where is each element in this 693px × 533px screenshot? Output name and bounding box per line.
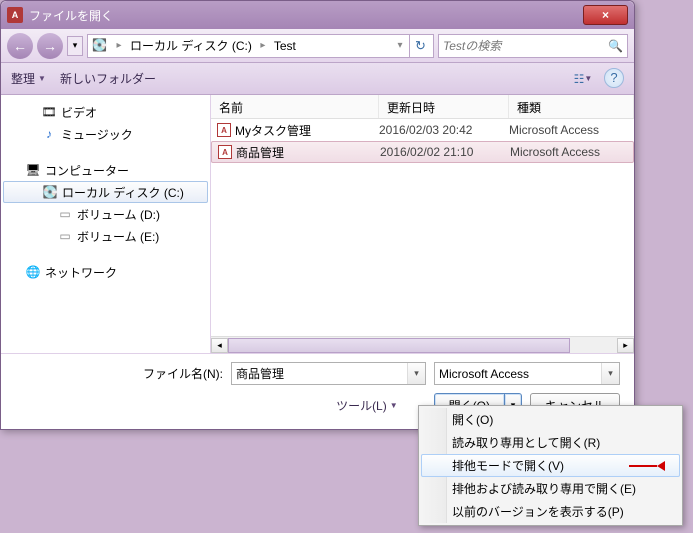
filetype-value: Microsoft Access <box>439 367 529 381</box>
network-icon: 🌐 <box>25 264 41 280</box>
disk-icon: ▭ <box>57 228 73 244</box>
col-type[interactable]: 種類 <box>509 95 634 118</box>
file-type: Microsoft Access <box>509 123 634 137</box>
computer-icon: 🖥 <box>25 162 41 178</box>
breadcrumb-seg-1[interactable]: Test <box>270 35 300 57</box>
column-headers: 名前 更新日時 種類 <box>211 95 634 119</box>
scroll-left-button[interactable]: ◂ <box>211 338 228 353</box>
tree-label: ビデオ <box>61 104 97 121</box>
nav-bar: ← → ▾ 💽 ▸ ローカル ディスク (C:) ▸ Test ▾ ↻ 🔍 <box>1 29 634 63</box>
col-name[interactable]: 名前 <box>211 95 379 118</box>
col-date[interactable]: 更新日時 <box>379 95 509 118</box>
menu-open-readonly[interactable]: 読み取り専用として開く(R) <box>421 431 680 454</box>
scroll-right-button[interactable]: ▸ <box>617 338 634 353</box>
access-file-icon: A <box>217 123 231 137</box>
filename-label: ファイル名(N): <box>143 365 223 382</box>
file-name: Myタスク管理 <box>235 122 311 139</box>
chevron-down-icon[interactable]: ▾ <box>407 363 425 384</box>
tree-volume-e[interactable]: ▭ボリューム (E:) <box>1 225 210 247</box>
menu-previous-versions[interactable]: 以前のバージョンを表示する(P) <box>421 500 680 523</box>
breadcrumb[interactable]: 💽 ▸ ローカル ディスク (C:) ▸ Test ▾ ↻ <box>87 34 434 58</box>
access-app-icon: A <box>7 7 23 23</box>
new-folder-button[interactable]: 新しいフォルダー <box>60 70 156 87</box>
file-date: 2016/02/02 21:10 <box>380 145 510 159</box>
new-folder-label: 新しいフォルダー <box>60 70 156 87</box>
window-title: ファイルを開く <box>29 7 583 24</box>
breadcrumb-sep[interactable]: ▸ <box>256 40 270 51</box>
file-name: 商品管理 <box>236 144 284 161</box>
breadcrumb-history-drop[interactable]: ▾ <box>393 40 407 51</box>
annotation-arrow-icon <box>629 461 665 471</box>
file-open-dialog: A ファイルを開く × ← → ▾ 💽 ▸ ローカル ディスク (C:) ▸ T… <box>0 0 635 430</box>
file-list[interactable]: AMyタスク管理 2016/02/03 20:42 Microsoft Acce… <box>211 119 634 336</box>
chevron-down-icon[interactable]: ▾ <box>601 363 619 384</box>
titlebar: A ファイルを開く × <box>1 1 634 29</box>
menu-open[interactable]: 開く(O) <box>421 408 680 431</box>
open-mode-menu: 開く(O) 読み取り専用として開く(R) 排他モードで開く(V) 排他および読み… <box>418 405 683 526</box>
chevron-down-icon: ▼ <box>584 74 592 83</box>
file-list-area: 名前 更新日時 種類 AMyタスク管理 2016/02/03 20:42 Mic… <box>211 95 634 353</box>
close-button[interactable]: × <box>583 5 628 25</box>
disk-icon: ▭ <box>57 206 73 222</box>
tree-music[interactable]: ♪ミュージック <box>1 123 210 145</box>
file-row[interactable]: A Myタスク管理 2016/02/03 20:42 Microsoft Acce… <box>211 119 634 141</box>
tree-label: ミュージック <box>61 126 133 143</box>
menu-open-exclusive[interactable]: 排他モードで開く(V) <box>421 454 680 477</box>
tree-network[interactable]: 🌐ネットワーク <box>1 261 210 283</box>
view-options-button[interactable]: ☷ ▼ <box>568 68 598 90</box>
filename-value: 商品管理 <box>236 365 284 382</box>
breadcrumb-seg-0[interactable]: ローカル ディスク (C:) <box>126 35 256 57</box>
back-button[interactable]: ← <box>7 33 33 59</box>
tools-label: ツール(L) <box>336 397 387 414</box>
filetype-combo[interactable]: Microsoft Access ▾ <box>434 362 620 385</box>
help-button[interactable]: ? <box>604 68 624 88</box>
drive-icon: 💽 <box>92 38 110 54</box>
disk-icon: 💽 <box>42 184 58 200</box>
tree-computer[interactable]: 🖥コンピューター <box>1 159 210 181</box>
search-box[interactable]: 🔍 <box>438 34 628 58</box>
chevron-down-icon: ▼ <box>390 401 398 410</box>
search-icon[interactable]: 🔍 <box>608 39 623 53</box>
organize-menu[interactable]: 整理 ▼ <box>11 70 46 87</box>
refresh-button[interactable]: ↻ <box>409 35 431 57</box>
filename-combo[interactable]: 商品管理 ▾ <box>231 362 426 385</box>
tree-videos[interactable]: 🎞ビデオ <box>1 101 210 123</box>
tree-label: ボリューム (E:) <box>77 228 159 245</box>
recent-locations-drop[interactable]: ▾ <box>67 36 83 56</box>
file-row[interactable]: A 商品管理 2016/02/02 21:10 Microsoft Access <box>211 141 634 163</box>
scroll-thumb[interactable] <box>228 338 570 353</box>
tree-label: ネットワーク <box>45 264 117 281</box>
tree-label: コンピューター <box>45 162 129 179</box>
toolbar: 整理 ▼ 新しいフォルダー ☷ ▼ ? <box>1 63 634 95</box>
folder-tree[interactable]: 🎞ビデオ ♪ミュージック 🖥コンピューター 💽ローカル ディスク (C:) ▭ボ… <box>1 95 211 353</box>
tree-volume-d[interactable]: ▭ボリューム (D:) <box>1 203 210 225</box>
file-date: 2016/02/03 20:42 <box>379 123 509 137</box>
scroll-track[interactable] <box>228 338 617 353</box>
search-input[interactable] <box>443 39 608 53</box>
access-file-icon: A <box>218 145 232 159</box>
tools-menu[interactable]: ツール(L) ▼ <box>336 397 398 414</box>
tree-local-disk-c[interactable]: 💽ローカル ディスク (C:) <box>3 181 208 203</box>
video-icon: 🎞 <box>41 104 57 120</box>
tree-label: ローカル ディスク (C:) <box>62 184 184 201</box>
organize-label: 整理 <box>11 70 35 87</box>
view-icon: ☷ <box>574 72 585 86</box>
forward-button[interactable]: → <box>37 33 63 59</box>
horizontal-scrollbar[interactable]: ◂ ▸ <box>211 336 634 353</box>
menu-open-exclusive-readonly[interactable]: 排他および読み取り専用で開く(E) <box>421 477 680 500</box>
menu-label: 排他モードで開く(V) <box>452 457 564 474</box>
file-type: Microsoft Access <box>510 145 633 159</box>
chevron-down-icon: ▼ <box>38 74 46 83</box>
music-icon: ♪ <box>41 126 57 142</box>
tree-label: ボリューム (D:) <box>77 206 160 223</box>
breadcrumb-sep[interactable]: ▸ <box>112 40 126 51</box>
dialog-body: 🎞ビデオ ♪ミュージック 🖥コンピューター 💽ローカル ディスク (C:) ▭ボ… <box>1 95 634 353</box>
